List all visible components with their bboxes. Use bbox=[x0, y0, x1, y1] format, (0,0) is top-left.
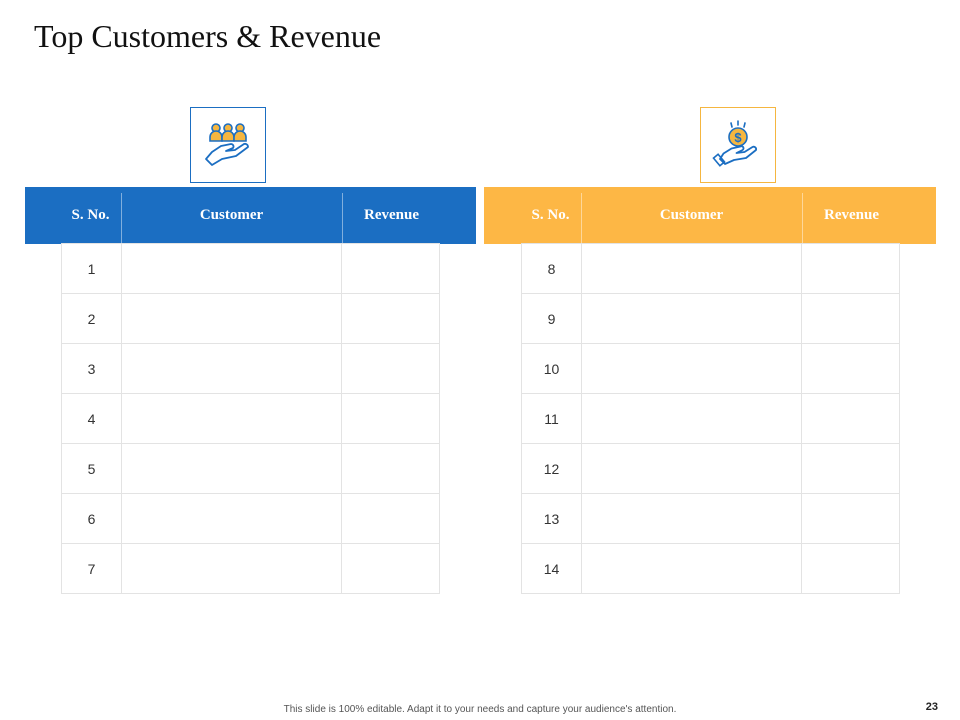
customer-cell[interactable] bbox=[121, 293, 342, 344]
header-customer: Customer bbox=[199, 207, 264, 223]
revenue-cell[interactable] bbox=[341, 243, 440, 294]
table-row: 10 bbox=[521, 343, 900, 394]
table-row: 11 bbox=[521, 393, 900, 444]
table-row: 2 bbox=[61, 293, 440, 344]
table-row: 13 bbox=[521, 493, 900, 544]
revenue-cell[interactable] bbox=[801, 243, 900, 294]
table-row: 8 bbox=[521, 243, 900, 294]
sno-cell: 5 bbox=[61, 443, 122, 494]
table-row: 5 bbox=[61, 443, 440, 494]
sno-cell: 12 bbox=[521, 443, 582, 494]
sno-cell: 7 bbox=[61, 543, 122, 594]
revenue-cell[interactable] bbox=[341, 343, 440, 394]
sno-cell: 13 bbox=[521, 493, 582, 544]
right-table-header: S. No. Customer Revenue bbox=[484, 187, 936, 244]
customer-cell[interactable] bbox=[581, 393, 802, 444]
customer-cell[interactable] bbox=[121, 443, 342, 494]
customer-cell[interactable] bbox=[581, 343, 802, 394]
sno-cell: 2 bbox=[61, 293, 122, 344]
customer-cell[interactable] bbox=[121, 493, 342, 544]
header-sno: S. No. bbox=[531, 207, 570, 223]
header-customer: Customer bbox=[659, 207, 724, 223]
header-revenue: Revenue bbox=[824, 207, 879, 223]
customer-cell[interactable] bbox=[581, 443, 802, 494]
dollar-coin-in-hand-icon: $ bbox=[712, 120, 757, 167]
footer-note: This slide is 100% editable. Adapt it to… bbox=[283, 704, 677, 715]
revenue-cell[interactable] bbox=[801, 543, 900, 594]
customer-cell[interactable] bbox=[581, 493, 802, 544]
left-table-header: S. No. Customer Revenue bbox=[25, 187, 476, 244]
sno-cell: 6 bbox=[61, 493, 122, 544]
customers-icon-box bbox=[190, 107, 266, 183]
page-title: Top Customers & Revenue bbox=[34, 18, 382, 54]
customer-cell[interactable] bbox=[581, 293, 802, 344]
table-row: 12 bbox=[521, 443, 900, 494]
sno-cell: 11 bbox=[521, 393, 582, 444]
revenue-cell[interactable] bbox=[341, 543, 440, 594]
revenue-cell[interactable] bbox=[341, 493, 440, 544]
customer-cell[interactable] bbox=[121, 543, 342, 594]
sno-cell: 10 bbox=[521, 343, 582, 394]
table-row: 3 bbox=[61, 343, 440, 394]
header-sno: S. No. bbox=[71, 207, 110, 223]
revenue-cell[interactable] bbox=[801, 443, 900, 494]
sno-cell: 9 bbox=[521, 293, 582, 344]
header-revenue: Revenue bbox=[364, 207, 419, 223]
right-customer-table: 8 9 10 11 12 13 14 bbox=[521, 243, 900, 594]
svg-text:$: $ bbox=[734, 130, 742, 145]
table-row: 4 bbox=[61, 393, 440, 444]
table-row: 1 bbox=[61, 243, 440, 294]
revenue-cell[interactable] bbox=[801, 393, 900, 444]
customer-cell[interactable] bbox=[581, 543, 802, 594]
table-row: 14 bbox=[521, 543, 900, 594]
table-row: 9 bbox=[521, 293, 900, 344]
revenue-cell[interactable] bbox=[801, 493, 900, 544]
revenue-cell[interactable] bbox=[341, 443, 440, 494]
sno-cell: 14 bbox=[521, 543, 582, 594]
sno-cell: 8 bbox=[521, 243, 582, 294]
customer-cell[interactable] bbox=[121, 393, 342, 444]
customer-cell[interactable] bbox=[121, 243, 342, 294]
revenue-cell[interactable] bbox=[341, 393, 440, 444]
people-in-hand-icon bbox=[205, 123, 249, 166]
sno-cell: 1 bbox=[61, 243, 122, 294]
table-row: 6 bbox=[61, 493, 440, 544]
revenue-cell[interactable] bbox=[341, 293, 440, 344]
sno-cell: 3 bbox=[61, 343, 122, 394]
sno-cell: 4 bbox=[61, 393, 122, 444]
left-customer-table: 1 2 3 4 5 6 7 bbox=[61, 243, 440, 594]
revenue-cell[interactable] bbox=[801, 293, 900, 344]
customer-cell[interactable] bbox=[121, 343, 342, 394]
revenue-cell[interactable] bbox=[801, 343, 900, 394]
customer-cell[interactable] bbox=[581, 243, 802, 294]
table-row: 7 bbox=[61, 543, 440, 594]
revenue-icon-box: $ bbox=[700, 107, 776, 183]
page-number: 23 bbox=[925, 701, 938, 713]
